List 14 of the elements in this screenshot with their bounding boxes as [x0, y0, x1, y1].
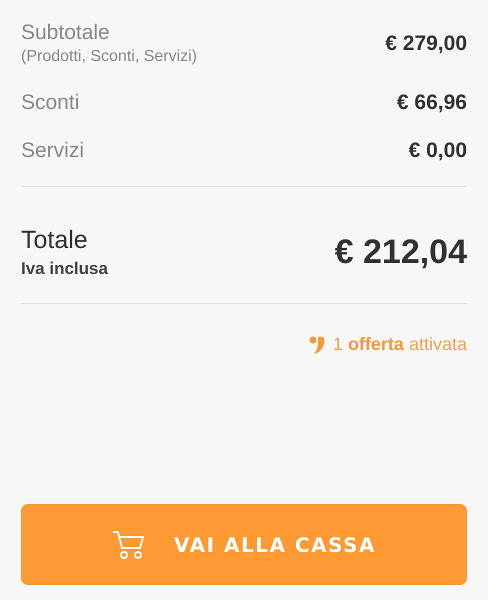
total-label: Totale	[21, 225, 89, 255]
summary-label: Sconti	[21, 90, 80, 116]
summary-amount: € 279,00	[385, 32, 467, 56]
summary-label: Subtotale	[21, 20, 111, 46]
checkout-button[interactable]: VAI ALLA CASSA	[21, 504, 467, 585]
total-amount: € 212,04	[334, 232, 467, 272]
total-note: Iva inclusa	[21, 259, 108, 279]
cart-icon	[112, 530, 146, 560]
offer-icon	[308, 334, 327, 354]
offer-text: 1 offerta attivata	[332, 334, 467, 355]
summary-label: Servizi	[21, 138, 84, 164]
summary-amount: € 0,00	[408, 139, 467, 163]
summary-amount: € 66,96	[396, 91, 467, 115]
summary-note: (Prodotti, Sconti, Servizi)	[21, 47, 198, 67]
